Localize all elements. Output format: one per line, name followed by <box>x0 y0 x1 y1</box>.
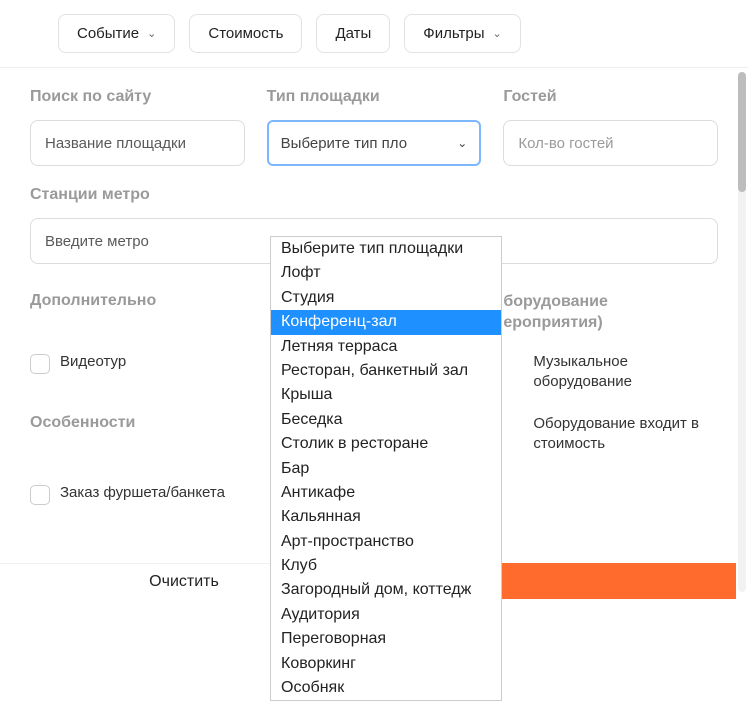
guests-column: Гостей <box>503 88 718 166</box>
equipment-label-l1: борудование <box>503 293 608 310</box>
dropdown-option[interactable]: Особняк <box>271 676 501 700</box>
venue-type-column: Тип площадки Выберите тип пло ⌄ <box>267 88 482 166</box>
equipment-label: борудование ероприятия) <box>503 292 718 334</box>
venue-type-select[interactable]: Выберите тип пло ⌄ <box>267 120 482 166</box>
dropdown-option[interactable]: Аудитория <box>271 603 501 627</box>
dropdown-option[interactable]: Клуб <box>271 554 501 578</box>
chevron-down-icon: ⌄ <box>457 136 467 150</box>
event-filter-label: Событие <box>77 25 139 42</box>
dropdown-option[interactable]: Выберите тип площадки <box>271 237 501 261</box>
dropdown-option[interactable]: Переговорная <box>271 627 501 651</box>
dropdown-option[interactable]: Ресторан, банкетный зал <box>271 359 501 383</box>
catering-item[interactable]: Заказ фуршета/банкета <box>30 483 245 505</box>
dropdown-option[interactable]: Антикафе <box>271 481 501 505</box>
equipment-included-label: Оборудование входит в стоимость <box>533 414 718 455</box>
search-column: Поиск по сайту <box>30 88 245 166</box>
videotour-label: Видеотур <box>60 352 126 372</box>
dropdown-option[interactable]: Беседка <box>271 408 501 432</box>
dropdown-option[interactable]: Кальянная <box>271 505 501 529</box>
filters-label: Фильтры <box>423 25 484 42</box>
filter-panel-scroll: Поиск по сайту Тип площадки Выберите тип… <box>0 67 748 599</box>
price-filter-button[interactable]: Стоимость <box>189 14 302 53</box>
venue-type-dropdown[interactable]: Выберите тип площадкиЛофтСтудияКонференц… <box>270 236 502 701</box>
dropdown-option[interactable]: Конференц-зал <box>271 310 501 334</box>
features-label: Особенности <box>30 414 245 432</box>
dropdown-option[interactable]: Коворкинг <box>271 652 501 676</box>
dropdown-option[interactable]: Загородный дом, коттедж <box>271 578 501 602</box>
top-filter-bar: Событие ⌄ Стоимость Даты Фильтры ⌄ <box>0 0 748 67</box>
dates-filter-label: Даты <box>335 25 371 42</box>
guests-label: Гостей <box>503 88 718 106</box>
price-filter-label: Стоимость <box>208 25 283 42</box>
additional-label: Дополнительно <box>30 292 245 334</box>
dropdown-option[interactable]: Летняя терраса <box>271 335 501 359</box>
dropdown-option[interactable]: Бар <box>271 457 501 481</box>
venue-type-label: Тип площадки <box>267 88 482 106</box>
filters-button[interactable]: Фильтры ⌄ <box>404 14 520 53</box>
chevron-down-icon: ⌄ <box>492 27 501 40</box>
catering-label: Заказ фуршета/банкета <box>60 483 225 503</box>
videotour-checkbox[interactable] <box>30 354 50 374</box>
clear-label: Очистить <box>149 573 219 591</box>
search-label: Поиск по сайту <box>30 88 245 106</box>
chevron-down-icon: ⌄ <box>147 27 156 40</box>
dropdown-option[interactable]: Крыша <box>271 383 501 407</box>
music-equipment-item[interactable]: Музыкальное оборудование <box>503 352 718 393</box>
guests-input[interactable] <box>503 120 718 166</box>
catering-checkbox[interactable] <box>30 485 50 505</box>
venue-name-input[interactable] <box>30 120 245 166</box>
dropdown-option[interactable]: Арт-пространство <box>271 530 501 554</box>
dates-filter-button[interactable]: Даты <box>316 14 390 53</box>
features-header: Особенности <box>30 414 245 467</box>
videotour-item[interactable]: Видеотур <box>30 352 245 393</box>
equipment-included-item[interactable]: Оборудование входит в стоимость <box>503 414 718 455</box>
venue-type-selected-text: Выберите тип пло <box>281 135 407 152</box>
dropdown-option[interactable]: Лофт <box>271 261 501 285</box>
music-equipment-label: Музыкальное оборудование <box>533 352 718 393</box>
metro-label: Станции метро <box>30 186 718 204</box>
dropdown-option[interactable]: Столик в ресторане <box>271 432 501 456</box>
event-filter-button[interactable]: Событие ⌄ <box>58 14 175 53</box>
equipment-label-l2: ероприятия) <box>503 314 602 331</box>
dropdown-option[interactable]: Студия <box>271 286 501 310</box>
